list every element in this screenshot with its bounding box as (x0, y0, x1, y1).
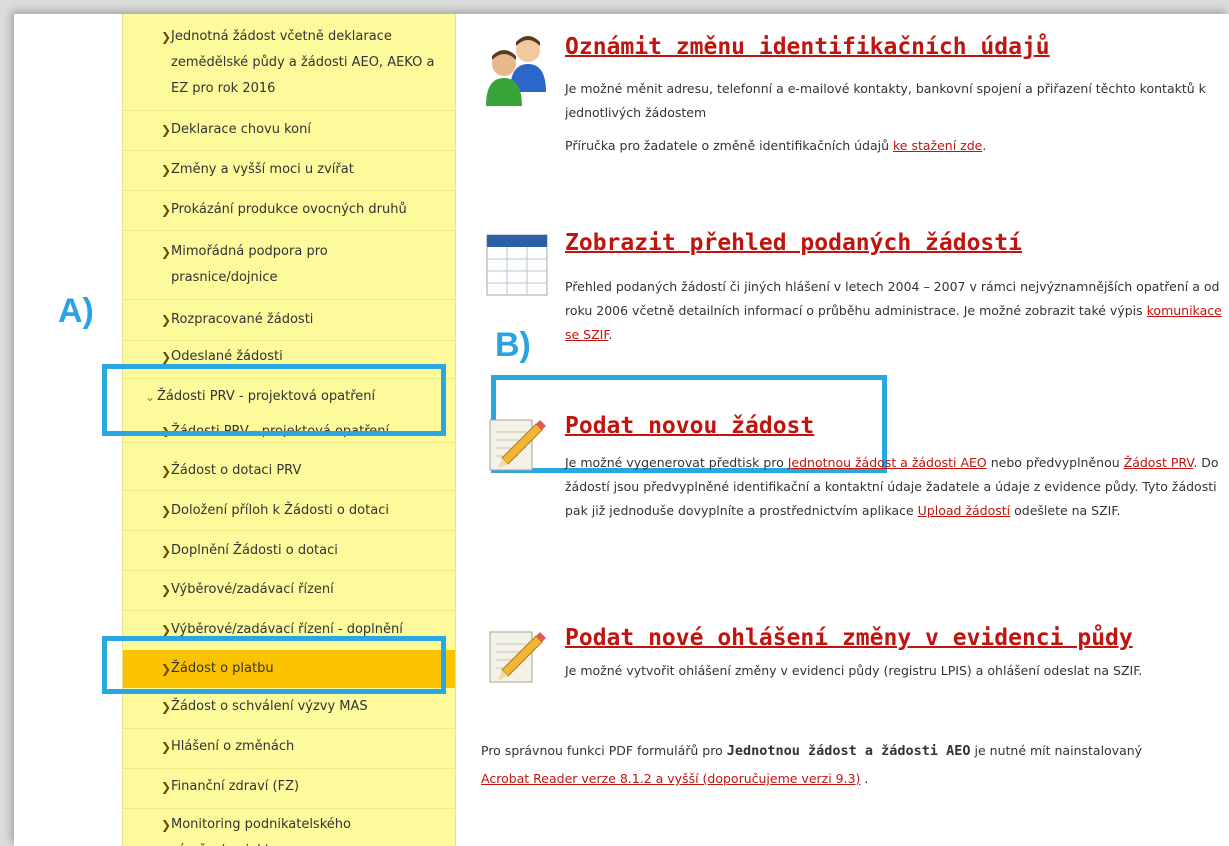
sidebar-item-monitoring[interactable]: ❯Monitoring podnikatelského záměru/proje… (123, 812, 393, 846)
acrobat-reader-link[interactable]: Acrobat Reader verze 8.1.2 a vyšší (dopo… (481, 771, 860, 786)
chevron-right-icon: ❯ (161, 123, 172, 137)
section-text-zmena-udaju: Je možné měnit adresu, telefonní a e-mai… (565, 77, 1225, 158)
chevron-right-icon: ❯ (161, 583, 172, 597)
sidebar-item-mimoradna-podpora[interactable]: ❯ Mimořádná podpora pro prasnice/dojnice (123, 239, 383, 291)
annotation-box-platba (102, 636, 446, 694)
sidebar-item-vyzva-mas[interactable]: ❯ Žádost o schválení výzvy MAS (123, 694, 455, 720)
sidebar-item-hlaseni-zmenach[interactable]: ❯ Hlášení o změnách (123, 734, 455, 760)
section-prirucka: Příručka pro žadatele o změně identifika… (565, 138, 987, 153)
users-icon (482, 34, 552, 110)
chevron-right-icon: ❯ (161, 544, 172, 558)
chevron-right-icon: ❯ (161, 30, 172, 44)
sidebar-item-dolozeni-priloh[interactable]: ❯ Doložení příloh k Žádosti o dotaci (123, 498, 455, 524)
sidebar-item-label: Monitoring podnikatelského záměru/projek… (171, 817, 351, 846)
sidebar-item-financni-zdravi[interactable]: ❯ Finanční zdraví (FZ) (123, 774, 455, 800)
chevron-right-icon: ❯ (161, 313, 172, 327)
section-title-ohlaseni-zmeny[interactable]: Podat nové ohlášení změny v evidenci půd… (565, 625, 1133, 651)
sidebar-item-label: Hlášení o změnách (171, 739, 295, 754)
chevron-right-icon: ❯ (161, 504, 172, 518)
sidebar-item-doplneni-zadosti[interactable]: ❯ Doplnění Žádosti o dotaci (123, 538, 455, 564)
sidebar-item-label: Rozpracované žádosti (171, 312, 314, 327)
pencil-document-icon (484, 624, 546, 688)
pdf-note: Pro správnou funkci PDF formulářů pro Je… (481, 743, 1143, 786)
sidebar-item-deklarace-koni[interactable]: ❯ Deklarace chovu koní (123, 117, 455, 143)
sidebar-item-label: Žádost o schválení výzvy MAS (171, 699, 368, 714)
upload-zadosti-link[interactable]: Upload žádostí (918, 503, 1010, 518)
sidebar-item-jednotna-zadost[interactable]: ❯ Jednotná žádost včetně deklarace zemědě… (123, 24, 455, 102)
chevron-right-icon: ❯ (161, 700, 172, 714)
sidebar-item-label: Výběrové/zadávací řízení - doplnění (171, 622, 403, 637)
chevron-right-icon: ❯ (161, 818, 172, 832)
chevron-right-icon: ❯ (161, 780, 172, 794)
annotation-label-b: B) (495, 326, 531, 364)
sidebar-item-label: Doložení příloh k Žádosti o dotaci (171, 503, 389, 518)
section-description: Je možné měnit adresu, telefonní a e-mai… (565, 81, 1206, 120)
annotation-box-prv (102, 364, 446, 436)
sidebar-item-label: Deklarace chovu koní (171, 122, 311, 137)
table-icon (486, 234, 548, 300)
chevron-right-icon: ❯ (161, 740, 172, 754)
chevron-right-icon: ❯ (161, 203, 172, 217)
sidebar-item-label: Mimořádná podpora pro prasnice/dojnice (171, 244, 328, 285)
section-text-ohlaseni: Je možné vytvořit ohlášení změny v evide… (565, 663, 1143, 678)
sidebar-item-zadost-dotaci[interactable]: ❯ Žádost o dotaci PRV (123, 458, 455, 484)
sidebar-item-label: Odeslané žádosti (171, 349, 283, 364)
chevron-right-icon: ❯ (161, 245, 172, 259)
sidebar-item-zmeny-zvirat[interactable]: ❯ Změny a vyšší moci u zvířat (123, 157, 455, 183)
section-title-zmena-udaju[interactable]: Oznámit změnu identifikačních údajů (565, 34, 1050, 60)
annotation-label-a: A) (58, 292, 94, 330)
sidebar-item-prokazani-produkce[interactable]: ❯ Prokázání produkce ovocných druhů (123, 197, 455, 223)
zadost-prv-link[interactable]: Žádost PRV (1124, 455, 1194, 470)
page-frame: ❯ Jednotná žádost včetně deklarace zemědě… (14, 14, 1229, 846)
sidebar-item-label: Změny a vyšší moci u zvířat (171, 162, 354, 177)
sidebar-item-label: Doplnění Žádosti o dotaci (171, 543, 338, 558)
section-text-nova-zadost: Je možné vygenerovat předtisk pro Jednot… (565, 455, 1219, 518)
section-text-prehled: Přehled podaných žádostí či jiných hláše… (565, 279, 1222, 342)
chevron-right-icon: ❯ (161, 464, 172, 478)
pencil-document-icon (484, 412, 546, 476)
section-title-nova-zadost[interactable]: Podat novou žádost (565, 413, 814, 439)
sidebar-item-rozpracovane[interactable]: ❯ Rozpracované žádosti (123, 307, 455, 333)
sidebar-item-label: Výběrové/zadávací řízení (171, 582, 334, 597)
chevron-right-icon: ❯ (161, 163, 172, 177)
sidebar-item-label: Prokázání produkce ovocných druhů (171, 202, 407, 217)
sidebar-item-vyberove-rizeni[interactable]: ❯ Výběrové/zadávací řízení (123, 577, 455, 603)
sidebar-item-label: Žádost o dotaci PRV (171, 463, 302, 478)
section-title-prehled-zadosti[interactable]: Zobrazit přehled podaných žádostí (565, 230, 1022, 256)
sidebar-item-label: Jednotná žádost včetně deklarace zeměděl… (171, 29, 435, 96)
jednotna-zadost-link[interactable]: Jednotnou žádost a žádosti AEO (788, 455, 987, 470)
sidebar-item-label: Finanční zdraví (FZ) (171, 779, 300, 794)
download-link[interactable]: ke stažení zde (893, 138, 982, 153)
